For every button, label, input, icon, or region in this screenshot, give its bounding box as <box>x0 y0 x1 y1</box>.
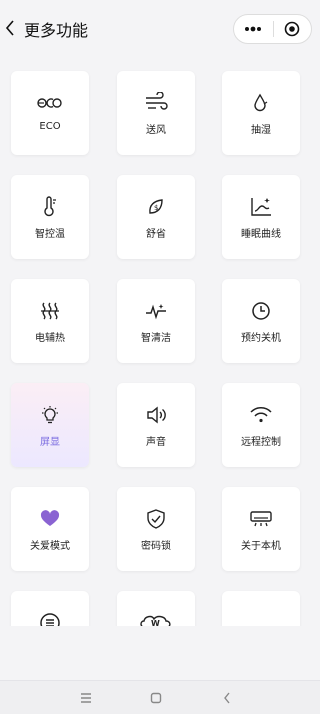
function-grid: ECO 送风 抽湿 智控温 $ 舒省 睡眠曲线 电辅热 智清洁 预约关机 屏显 <box>0 56 320 626</box>
tile-fan[interactable]: 送风 <box>117 71 195 155</box>
svg-text:$: $ <box>154 204 158 212</box>
water-drop-icon <box>254 93 268 112</box>
chevron-left-icon <box>224 692 230 704</box>
tile-label: 睡眠曲线 <box>241 229 281 240</box>
tile-empty <box>222 591 300 626</box>
close-miniprogram-button[interactable] <box>273 15 311 43</box>
tile-label: 舒省 <box>146 229 166 240</box>
tile-label: ECO <box>39 121 61 132</box>
tile-remote[interactable]: 远程控制 <box>222 383 300 467</box>
heater-icon <box>41 302 59 320</box>
nav-back-button[interactable] <box>218 689 236 707</box>
tile-label: 密码锁 <box>141 541 171 552</box>
nav-menu-button[interactable] <box>77 689 95 707</box>
tile-smart-clean[interactable]: 智清洁 <box>117 279 195 363</box>
sleep-curve-icon <box>251 198 271 216</box>
tile-menu[interactable] <box>11 591 89 626</box>
bulb-icon <box>42 406 58 424</box>
tile-label: 预约关机 <box>241 333 281 344</box>
tile-smart-temp[interactable]: 智控温 <box>11 175 89 259</box>
square-home-icon <box>150 692 162 704</box>
clock-icon <box>252 302 270 320</box>
more-button[interactable] <box>234 15 273 43</box>
menu-icon <box>81 693 91 703</box>
tile-label: 远程控制 <box>241 437 281 448</box>
miniprogram-capsule <box>233 14 312 44</box>
tile-label: 送风 <box>146 125 166 136</box>
thermometer-icon <box>44 196 56 217</box>
wind-icon <box>146 92 168 110</box>
tile-timer-off[interactable]: 预约关机 <box>222 279 300 363</box>
svg-text:W: W <box>151 619 160 626</box>
target-close-icon <box>284 21 300 37</box>
chevron-left-icon <box>5 20 14 36</box>
speaker-icon <box>147 406 166 424</box>
w-cloud-icon: W <box>140 615 171 626</box>
tile-label: 抽湿 <box>251 125 271 136</box>
nav-home-button[interactable] <box>147 689 165 707</box>
tile-dehumidify[interactable]: 抽湿 <box>222 71 300 155</box>
leaf-icon: $ <box>149 199 163 214</box>
back-button[interactable] <box>0 14 20 42</box>
tile-label: 关爱模式 <box>30 541 70 552</box>
tile-label: 智清洁 <box>141 333 171 344</box>
tile-label: 声音 <box>146 437 166 448</box>
shield-check-icon <box>147 509 165 529</box>
wifi-icon <box>250 407 272 423</box>
status-bar <box>0 0 320 10</box>
tile-w-mode[interactable]: W <box>117 591 195 626</box>
tile-label: 屏显 <box>40 437 60 448</box>
eco-icon <box>37 98 62 108</box>
tile-label: 电辅热 <box>35 333 65 344</box>
sparkle-clean-icon <box>146 304 166 320</box>
page-title: 更多功能 <box>24 21 89 40</box>
tile-aux-heat[interactable]: 电辅热 <box>11 279 89 363</box>
tile-sound[interactable]: 声音 <box>117 383 195 467</box>
header: 更多功能 <box>0 10 320 46</box>
tile-display[interactable]: 屏显 <box>11 383 89 467</box>
tile-eco[interactable]: ECO <box>11 71 89 155</box>
more-dots-icon <box>245 26 262 32</box>
tile-label: 智控温 <box>35 229 65 240</box>
tile-care-mode[interactable]: 关爱模式 <box>11 487 89 571</box>
tile-save[interactable]: $ 舒省 <box>117 175 195 259</box>
tile-label: 关于本机 <box>241 541 281 552</box>
tile-about[interactable]: 关于本机 <box>222 487 300 571</box>
tile-lock[interactable]: 密码锁 <box>117 487 195 571</box>
system-nav-bar <box>0 680 320 714</box>
air-conditioner-icon <box>250 511 272 527</box>
tile-sleep-curve[interactable]: 睡眠曲线 <box>222 175 300 259</box>
list-circle-icon <box>40 613 60 626</box>
heart-icon <box>40 510 60 526</box>
